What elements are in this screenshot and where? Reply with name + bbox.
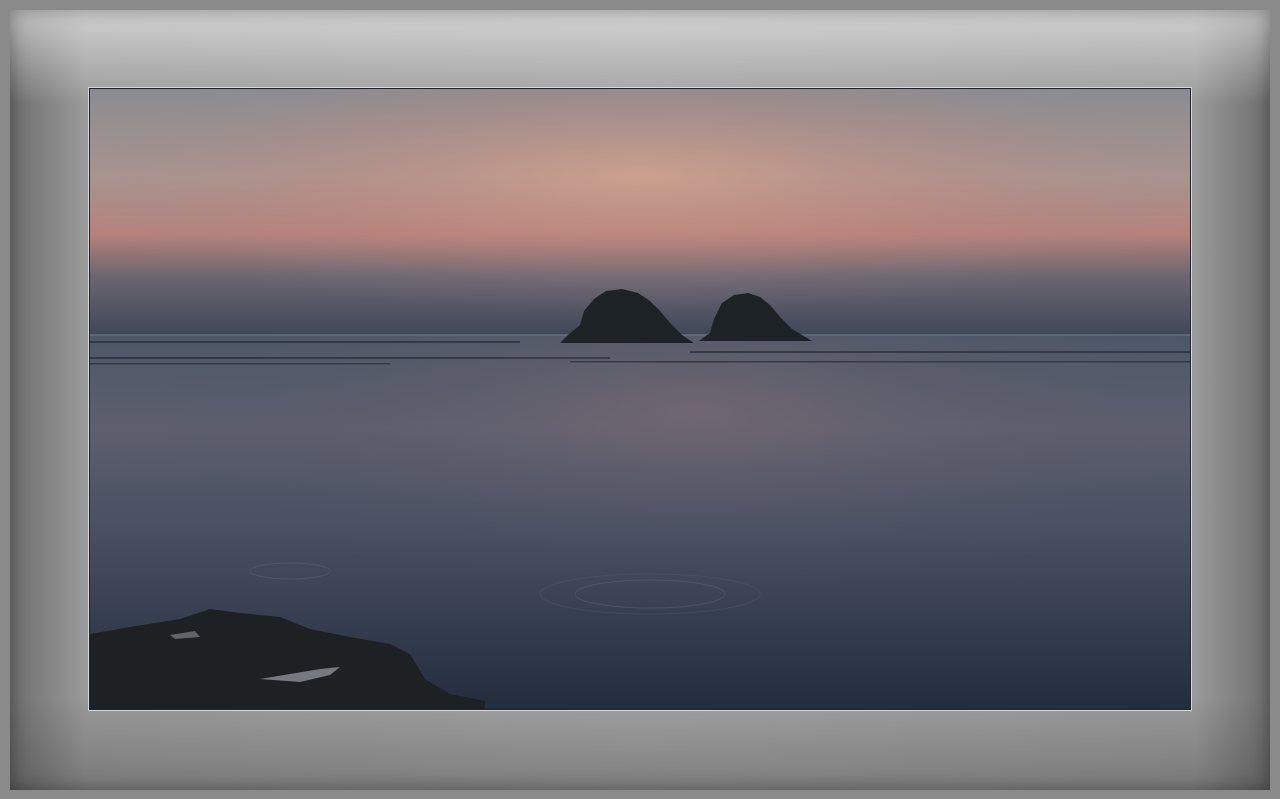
- picture-frame: [0, 0, 1280, 799]
- photo-border: [88, 87, 1192, 711]
- seascape-photo: [90, 89, 1190, 709]
- seascape-illustration: [90, 89, 1190, 709]
